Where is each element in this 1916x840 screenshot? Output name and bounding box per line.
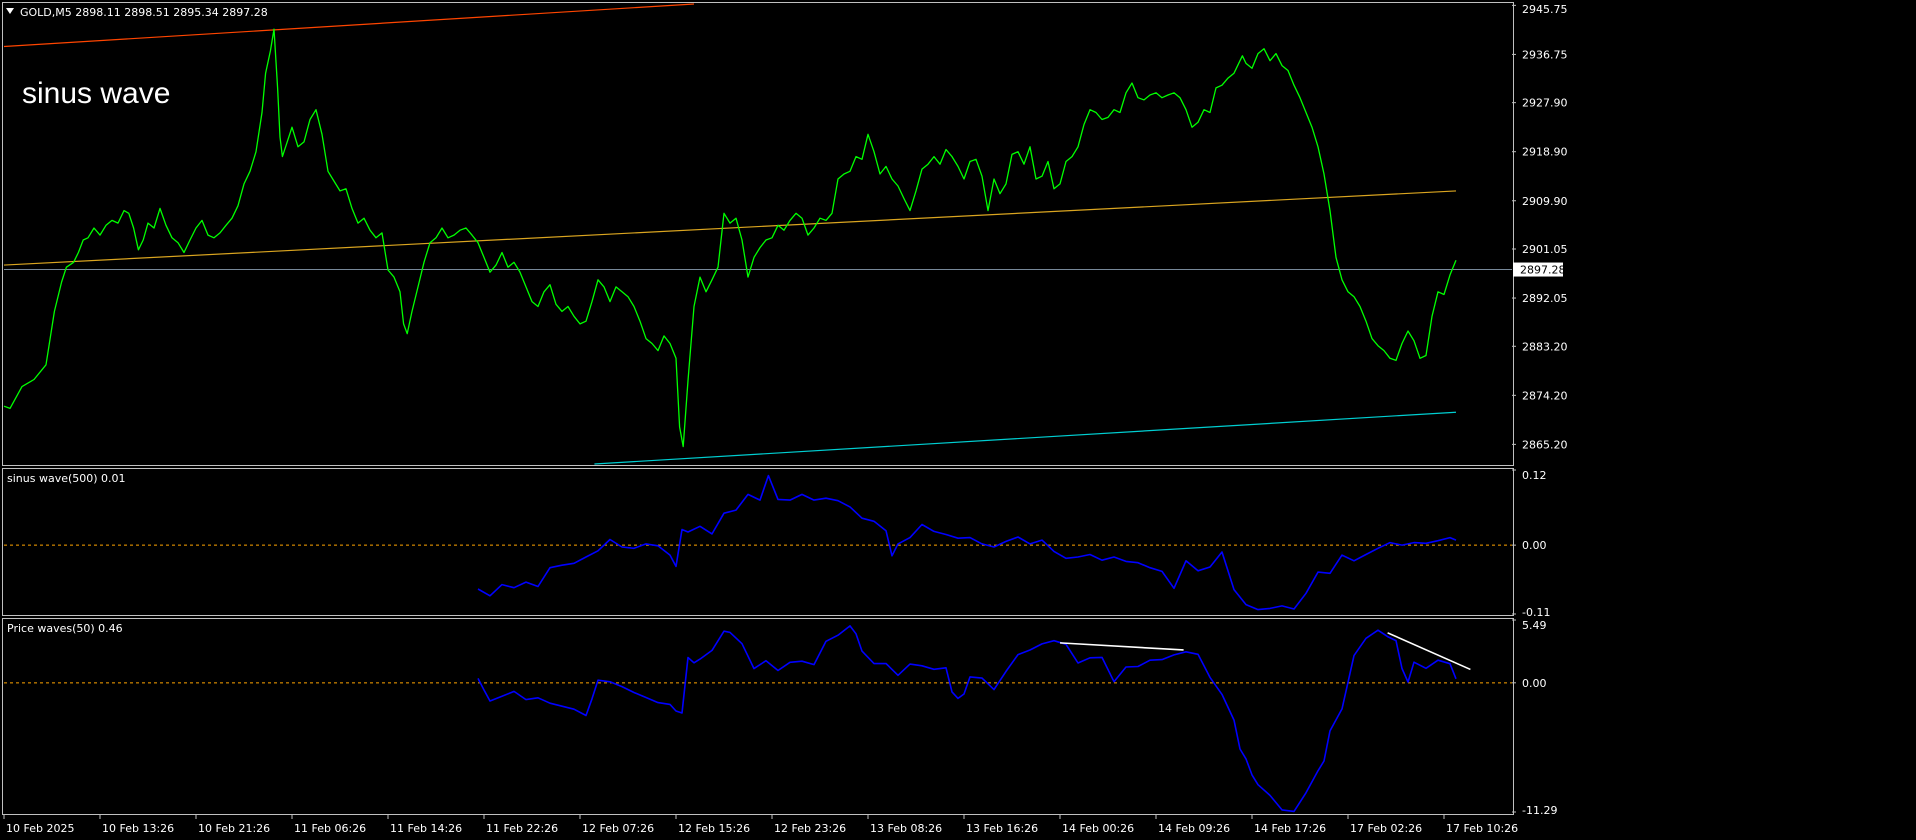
y-tick-label: 2865.20	[1522, 438, 1568, 451]
y-tick-label: 0.12	[1522, 469, 1547, 482]
x-tick-label: 14 Feb 09:26	[1158, 822, 1230, 835]
subchart-title: Price waves(50) 0.46	[7, 622, 123, 635]
indicator-title: sinus wave	[22, 77, 170, 110]
x-tick-label: 11 Feb 14:26	[390, 822, 462, 835]
x-tick-label: 14 Feb 00:26	[1062, 822, 1134, 835]
y-tick-label: 0.00	[1522, 677, 1547, 690]
y-tick-label: 2936.75	[1522, 48, 1568, 61]
y-tick-label: 2883.20	[1522, 340, 1568, 353]
y-tick-label: 0.00	[1522, 539, 1547, 552]
y-tick-label: 2927.90	[1522, 97, 1568, 110]
x-tick-label: 12 Feb 15:26	[678, 822, 750, 835]
symbol-info: GOLD,M5 2898.11 2898.51 2895.34 2897.28	[20, 6, 268, 19]
x-tick-label: 10 Feb 2025	[6, 822, 74, 835]
x-tick-label: 17 Feb 02:26	[1350, 822, 1422, 835]
y-tick-label: 2874.20	[1522, 389, 1568, 402]
y-tick-label: 2918.90	[1522, 146, 1568, 159]
x-tick-label: 14 Feb 17:26	[1254, 822, 1326, 835]
y-tick-label: 2901.05	[1522, 243, 1568, 256]
y-tick-label: -0.11	[1522, 606, 1550, 619]
y-tick-label: -11.29	[1522, 804, 1557, 817]
x-tick-label: 10 Feb 21:26	[198, 822, 270, 835]
x-tick-label: 13 Feb 08:26	[870, 822, 942, 835]
x-tick-label: 10 Feb 13:26	[102, 822, 174, 835]
x-tick-label: 12 Feb 07:26	[582, 822, 654, 835]
subchart-title: sinus wave(500) 0.01	[7, 472, 126, 485]
y-tick-label: 2945.75	[1522, 3, 1568, 16]
x-tick-label: 13 Feb 16:26	[966, 822, 1038, 835]
x-tick-label: 11 Feb 22:26	[486, 822, 558, 835]
y-tick-label: 2909.90	[1522, 195, 1568, 208]
x-tick-label: 17 Feb 10:26	[1446, 822, 1518, 835]
chart-canvas: 2945.75 2936.75 2927.90 2918.90 2909.90 2901.…	[0, 0, 1916, 840]
chart-background	[0, 0, 1916, 840]
x-tick-label: 11 Feb 06:26	[294, 822, 366, 835]
current-price-label: 2897.28	[1520, 264, 1566, 277]
y-tick-label: 2892.05	[1522, 292, 1568, 305]
x-tick-label: 12 Feb 23:26	[774, 822, 846, 835]
y-tick-label: 5.49	[1522, 619, 1547, 632]
